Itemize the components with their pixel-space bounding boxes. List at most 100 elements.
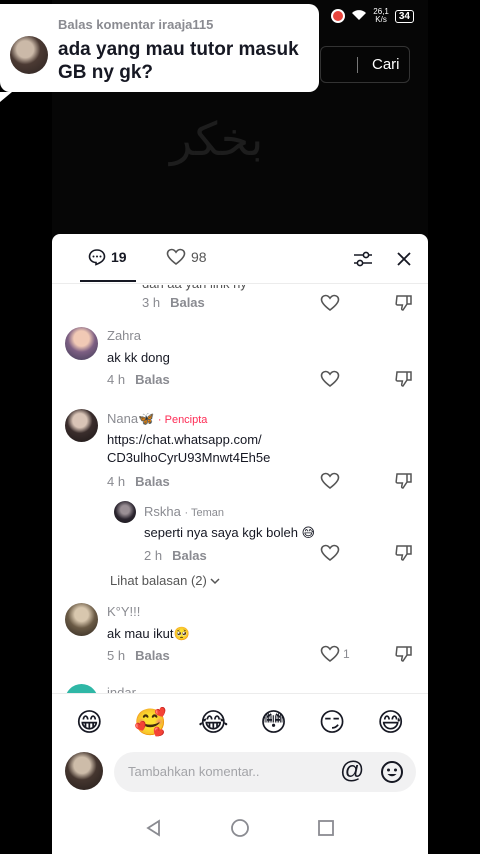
comment-author[interactable]: indar — [107, 685, 136, 693]
emoji-joy[interactable]: 😂 — [198, 707, 228, 737]
emoji-flushed[interactable]: 😳 — [260, 707, 287, 737]
avatar[interactable] — [65, 603, 98, 636]
view-more-replies[interactable]: Lihat balasan (2) — [110, 573, 220, 588]
comment-input[interactable]: Tambahkan komentar.. @ — [114, 752, 416, 792]
active-tab-indicator — [80, 280, 136, 282]
like-count: 98 — [191, 249, 207, 265]
dislike-button[interactable] — [394, 293, 414, 313]
back-icon[interactable] — [145, 819, 163, 837]
recents-icon[interactable] — [317, 819, 335, 837]
heart-icon — [166, 248, 186, 266]
comment-like-count: 1 — [343, 647, 350, 661]
network-speed-unit: K/s — [375, 15, 387, 24]
friend-tag: · Teman — [184, 507, 225, 519]
android-nav-bar — [52, 802, 428, 854]
tab-comments[interactable]: 19 — [88, 248, 127, 266]
search-divider — [357, 56, 358, 73]
heart-icon — [320, 544, 340, 562]
divider — [52, 693, 428, 694]
comment-text-partial: dah aa yah link ny — [142, 285, 247, 293]
heart-icon — [320, 370, 340, 388]
dislike-button[interactable] — [394, 543, 414, 563]
comment-time: 4 h — [107, 474, 126, 489]
reply-button[interactable]: Balas — [170, 295, 205, 310]
comment-time: 5 h — [107, 648, 126, 663]
comment-list[interactable]: dah aa yah link ny 3 h Balas Zahra ak kk … — [52, 285, 428, 693]
comment-author[interactable]: Zahra — [107, 328, 141, 343]
view-more-replies-label: Lihat balasan (2) — [110, 573, 207, 588]
comment-text: ak mau ikut🥺 — [107, 626, 190, 641]
comment-author[interactable]: Rskha — [144, 504, 181, 519]
comment-meta: 3 h Balas — [142, 295, 205, 310]
avatar[interactable] — [65, 327, 98, 360]
reply-to-label: Balas komentar iraaja115 — [58, 17, 214, 32]
quoted-comment-text: ada yang mau tutor masuk GB ny gk? — [58, 39, 299, 83]
reply-button[interactable]: Balas — [135, 648, 170, 663]
avatar[interactable] — [65, 409, 98, 442]
thumbs-down-icon — [395, 646, 412, 662]
filter-button[interactable] — [351, 247, 375, 271]
screen-record-icon — [331, 9, 346, 23]
avatar[interactable] — [114, 501, 136, 523]
thumbs-down-icon — [395, 545, 412, 561]
dislike-button[interactable] — [394, 471, 414, 491]
comment-meta: 5 h Balas — [107, 648, 170, 663]
thumbs-down-icon — [395, 473, 412, 489]
avatar — [65, 752, 103, 790]
comment-text: ak kk dong — [107, 350, 170, 365]
tab-likes[interactable]: 98 — [166, 248, 207, 266]
comment-input-placeholder: Tambahkan komentar.. — [128, 764, 260, 779]
comment-sheet: 19 98 dah aa yah link ny 3 h Balas Zahra … — [52, 234, 428, 854]
quick-emoji-bar: 😁 🥰 😂 😳 😏 😅 — [52, 700, 428, 744]
reply-button[interactable]: Balas — [135, 474, 170, 489]
thumbs-down-icon — [395, 371, 412, 387]
emoji-smiling-hearts[interactable]: 🥰 — [134, 707, 166, 737]
dislike-button[interactable] — [394, 369, 414, 389]
comment-text: seperti nya saya kgk boleh 😅 — [144, 525, 316, 540]
comment-meta: 4 h Balas — [107, 474, 170, 489]
comment-count: 19 — [111, 249, 127, 265]
emoji-smirk[interactable]: 😏 — [319, 707, 346, 737]
comment-author[interactable]: Nana🦋 — [107, 411, 154, 426]
battery-level: 34 — [398, 10, 410, 22]
comment-author-row: Nana🦋 · Pencipta — [107, 411, 207, 427]
like-button[interactable] — [320, 369, 342, 389]
comment-meta: 2 h Balas — [144, 548, 207, 563]
like-button[interactable] — [320, 293, 342, 313]
avatar — [10, 36, 48, 74]
comment-meta: 4 h Balas — [107, 372, 170, 387]
like-button[interactable] — [320, 471, 342, 491]
like-button[interactable] — [320, 543, 342, 563]
close-button[interactable] — [392, 247, 416, 271]
comment-time: 3 h — [142, 295, 161, 310]
reply-button[interactable]: Balas — [172, 548, 207, 563]
wifi-icon — [351, 9, 367, 24]
mention-button[interactable]: @ — [340, 758, 364, 784]
emoji-sweat-smile[interactable]: 😅 — [377, 707, 404, 737]
search-box[interactable]: Cari — [320, 46, 410, 83]
search-button[interactable]: Cari — [372, 56, 400, 73]
status-bar: 26,1 K/s 34 — [331, 8, 414, 24]
comment-time: 4 h — [107, 372, 126, 387]
comment-text[interactable]: https://chat.whatsapp.com/ CD3ulhoCyrU93… — [107, 431, 270, 467]
emoji-picker-icon[interactable] — [380, 760, 404, 784]
comment-author[interactable]: K°Y!!! — [107, 604, 140, 619]
like-button[interactable]: 1 — [320, 644, 354, 664]
reply-to-comment-bubble[interactable]: Balas komentar iraaja115 ada yang mau tu… — [0, 4, 319, 102]
sliders-icon — [354, 251, 372, 267]
sheet-header: 19 98 — [52, 234, 428, 284]
heart-icon — [320, 472, 340, 490]
reply-button[interactable]: Balas — [135, 372, 170, 387]
chevron-down-icon — [210, 578, 220, 585]
emoji-grin[interactable]: 😁 — [76, 707, 103, 737]
comment-icon — [88, 249, 106, 266]
video-artwork: ﺑﺨﻜﺮ — [170, 112, 264, 166]
heart-icon — [320, 645, 340, 663]
home-icon[interactable] — [230, 818, 250, 838]
comment-author-row: Rskha · Teman — [144, 504, 224, 519]
creator-tag: · Pencipta — [157, 414, 208, 426]
network-speed: 26,1 K/s — [373, 8, 389, 24]
avatar[interactable] — [65, 684, 98, 693]
heart-icon — [320, 294, 340, 312]
dislike-button[interactable] — [394, 644, 414, 664]
